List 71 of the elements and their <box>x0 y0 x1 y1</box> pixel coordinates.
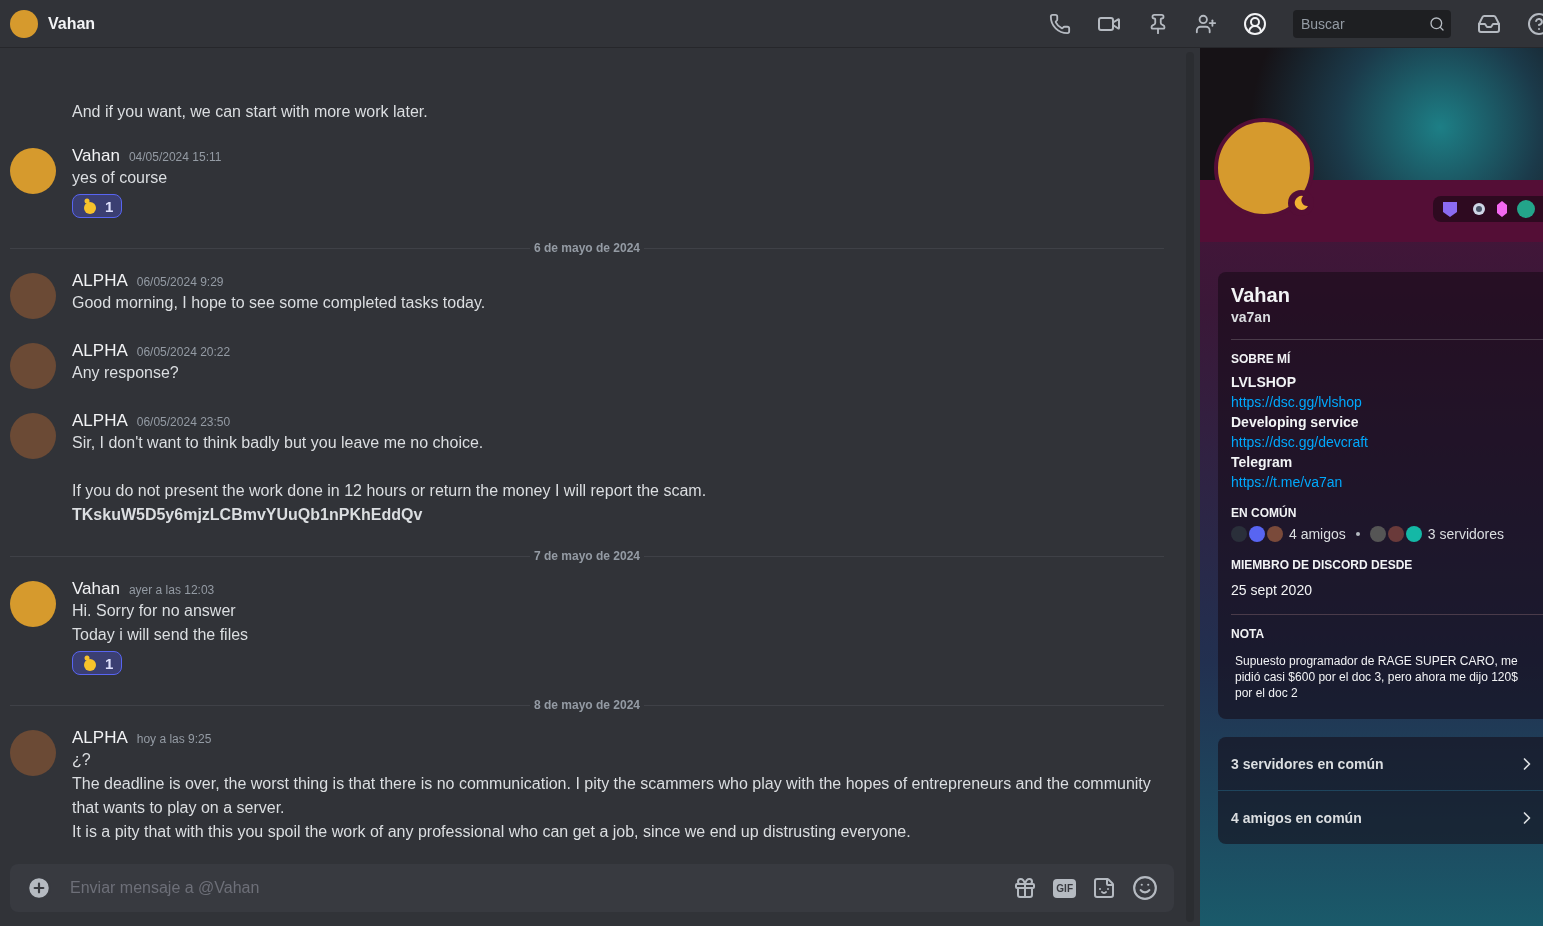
servers-count[interactable]: 3 servidores <box>1427 526 1505 542</box>
author-name[interactable]: Vahan <box>72 146 120 166</box>
timestamp: ayer a las 12:03 <box>128 583 215 597</box>
profile-row[interactable]: 3 servidores en común <box>1218 737 1543 790</box>
reaction[interactable]: 1 <box>72 651 123 675</box>
about-text: Telegram <box>1231 453 1294 472</box>
timestamp: 06/05/2024 20:22 <box>136 345 231 359</box>
about-text: LVLSHOP <box>1231 373 1298 392</box>
message-text: Good morning, I hope to see some completed tasks today. <box>72 293 487 313</box>
timestamp: 06/05/2024 23:50 <box>136 415 231 429</box>
timestamp: 04/05/2024 15:11 <box>128 150 222 164</box>
message-composer[interactable]: Enviar mensaje a @Vahan GIF <box>10 864 1174 912</box>
author-name[interactable]: ALPHA <box>72 341 128 361</box>
user-profile-icon[interactable] <box>1243 11 1267 36</box>
timestamp: 06/05/2024 9:29 <box>136 275 224 289</box>
profile-row[interactable]: 4 amigos en común <box>1218 791 1543 844</box>
add-user-icon[interactable] <box>1195 12 1217 35</box>
emoji-icon[interactable] <box>1132 875 1158 901</box>
note-text[interactable]: Supuesto programador de RAGE SUPER CARO, me pidió casi $600 por el doc 3, pero ahora me dijo 120$ por el doc 2 <box>1231 653 1543 701</box>
section-heading: EN COMÚN <box>1231 506 1298 520</box>
message-text: TKskuW5D5y6mjzLCBmvYUuQb1nPKhEddQv <box>72 505 424 525</box>
gift-icon[interactable] <box>1013 876 1038 900</box>
sticker-icon[interactable] <box>1092 876 1116 900</box>
message-text: Hi. Sorry for no answer <box>72 601 237 621</box>
message-text: The deadline is over, the worst thing is that there is no communication. I pity the scammers who play with the hopes of entrepreneurs and the community that wants to play on a server. <box>72 774 1152 818</box>
author-name[interactable]: ALPHA <box>72 271 128 291</box>
about-link[interactable]: https://dsc.gg/devcraft <box>1231 432 1543 452</box>
section-heading: MIEMBRO DE DISCORD DESDE <box>1231 558 1414 572</box>
channel-title: Vahan <box>48 14 97 33</box>
message-input[interactable]: Enviar mensaje a @Vahan <box>68 878 998 898</box>
friend-avatar <box>1267 526 1283 542</box>
search-field[interactable]: Buscar <box>1293 9 1451 38</box>
server-icon <box>1405 526 1422 542</box>
message-text: yes of course <box>72 168 169 188</box>
author-name[interactable]: ALPHA <box>72 728 128 748</box>
phone-icon[interactable] <box>1049 12 1071 35</box>
server-icon <box>1369 526 1386 542</box>
friend-avatar <box>1249 526 1265 542</box>
username: va7an <box>1231 309 1272 325</box>
friend-avatar <box>1231 526 1247 542</box>
date-divider: 7 de mayo de 2024 <box>532 549 642 563</box>
section-heading: SOBRE MÍ <box>1231 352 1292 366</box>
message-text: Sir, I don't want to think badly but you leave me no choice. <box>72 433 485 453</box>
timestamp: hoy a las 9:25 <box>136 732 212 746</box>
message-text: ¿? <box>72 750 92 770</box>
search-input[interactable]: Buscar <box>1299 14 1429 33</box>
shield-badge-icon <box>1441 200 1459 218</box>
gem-badge-icon <box>1495 200 1509 218</box>
gif-button[interactable]: GIF <box>1053 878 1076 898</box>
search-icon <box>1429 15 1445 32</box>
message-text: It is a pity that with this you spoil the work of any professional who can get a job, since we end up distrusting everyone. <box>72 822 912 842</box>
message-text: Any response? <box>72 363 180 383</box>
display-name: Vahan <box>1231 284 1291 307</box>
add-icon[interactable] <box>26 875 52 901</box>
date-divider: 8 de mayo de 2024 <box>532 698 642 712</box>
friends-count[interactable]: 4 amigos <box>1289 526 1346 542</box>
about-link[interactable]: https://dsc.gg/lvlshop <box>1231 392 1543 412</box>
avatar <box>10 9 38 38</box>
date-divider: 6 de mayo de 2024 <box>532 241 642 255</box>
separator-dot <box>1355 532 1360 536</box>
about-text: Developing service <box>1231 413 1360 432</box>
server-icon <box>1387 526 1404 542</box>
reaction[interactable]: 1 <box>72 194 123 218</box>
member-since-date: 25 sept 2020 <box>1231 581 1313 600</box>
message-text: If you do not present the work done in 12 hours or return the money I will report the scam. <box>72 481 708 501</box>
message-text: And if you want, we can start with more work later. <box>72 102 429 122</box>
author-name[interactable]: ALPHA <box>72 411 128 431</box>
author-name[interactable]: Vahan <box>72 579 120 599</box>
message-text: Today i will send the files <box>72 625 250 645</box>
about-link[interactable]: https://t.me/va7an <box>1231 472 1543 492</box>
section-heading: NOTA <box>1231 627 1266 641</box>
